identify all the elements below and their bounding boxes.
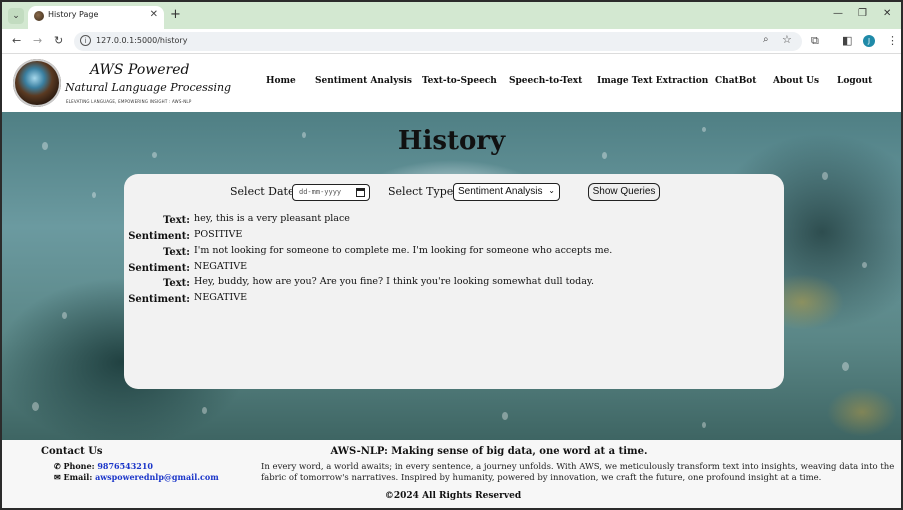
tab-strip: ⌄ History Page ✕ + — ❐ ✕ xyxy=(2,2,901,29)
result-sentiment-row: Sentiment: NEGATIVE xyxy=(124,292,784,306)
calendar-icon[interactable] xyxy=(356,188,365,197)
result-sentiment-row: Sentiment: NEGATIVE xyxy=(124,261,784,275)
result-text: I'm not looking for someone to complete … xyxy=(194,245,613,256)
raindrop xyxy=(32,402,39,411)
raindrop xyxy=(62,312,67,319)
date-input[interactable]: dd-mm-yyyy xyxy=(292,184,370,201)
result-sentiment-row: Sentiment: POSITIVE xyxy=(124,229,784,243)
address-bar-row: ← → ↻ i 127.0.0.1:5000/history ⌕ ☆ ⧉ ◧ J… xyxy=(2,29,901,54)
new-tab-button[interactable]: + xyxy=(170,7,181,22)
text-label: Text: xyxy=(163,247,190,258)
logo-image[interactable] xyxy=(13,59,61,107)
site-header: AWS Powered Natural Language Processing … xyxy=(2,54,901,112)
phone-value[interactable]: 9876543210 xyxy=(97,461,153,471)
text-label: Text: xyxy=(163,215,190,226)
result-text: hey, this is a very pleasant place xyxy=(194,213,350,224)
chevron-down-icon: ⌄ xyxy=(548,186,555,195)
browser-window: ⌄ History Page ✕ + — ❐ ✕ ← → ↻ i 127.0.0… xyxy=(0,0,903,510)
nav-sentiment-analysis[interactable]: Sentiment Analysis xyxy=(315,76,412,86)
show-queries-button[interactable]: Show Queries xyxy=(588,183,660,201)
result-text-row: Text: hey, this is a very pleasant place xyxy=(124,213,784,227)
raindrop xyxy=(842,362,849,371)
favicon-icon xyxy=(34,11,44,21)
result-text: Hey, buddy, how are you? Are you fine? I… xyxy=(194,276,594,287)
profile-avatar[interactable]: J xyxy=(863,35,875,47)
raindrop xyxy=(862,262,867,268)
email-label: Email: xyxy=(63,472,93,482)
raindrop xyxy=(822,172,828,180)
phone-icon: ✆ xyxy=(54,461,61,471)
nav-about-us[interactable]: About Us xyxy=(773,76,819,86)
nav-chatbot[interactable]: ChatBot xyxy=(715,76,756,86)
site-footer: Contact Us ✆ Phone: 9876543210 ✉ Email: … xyxy=(2,440,901,508)
reload-icon[interactable]: ↻ xyxy=(54,34,63,47)
date-label: Select Date: xyxy=(230,185,299,198)
result-sentiment: POSITIVE xyxy=(194,229,243,240)
email-value[interactable]: awspowerednlp@gmail.com xyxy=(95,472,219,482)
mail-icon: ✉ xyxy=(54,472,61,482)
extensions-icon[interactable]: ⧉ xyxy=(811,34,819,48)
copyright: ©2024 All Rights Reserved xyxy=(384,491,522,501)
nav-home[interactable]: Home xyxy=(266,76,296,86)
raindrop xyxy=(92,192,96,198)
footer-tagline: AWS-NLP: Making sense of big data, one w… xyxy=(330,446,648,457)
sentiment-label: Sentiment: xyxy=(128,263,190,274)
history-card: Select Date: dd-mm-yyyy Select Type: Sen… xyxy=(124,174,784,389)
forward-icon[interactable]: → xyxy=(33,34,42,47)
result-text-row: Text: I'm not looking for someone to com… xyxy=(124,245,784,259)
bookmark-star-icon[interactable]: ☆ xyxy=(782,33,792,46)
raindrop xyxy=(202,407,207,414)
phone-line: ✆ Phone: 9876543210 xyxy=(54,461,153,471)
browser-tab[interactable]: History Page ✕ xyxy=(28,6,164,29)
logo-subtitle: Natural Language Processing xyxy=(65,81,232,94)
nav-speech-to-text[interactable]: Speech-to-Text xyxy=(509,76,582,86)
result-text-row: Text: Hey, buddy, how are you? Are you f… xyxy=(124,276,784,290)
logo-tagline: ELEVATING LANGUAGE, EMPOWERING INSIGHT :… xyxy=(66,99,192,104)
date-placeholder: dd-mm-yyyy xyxy=(299,188,342,196)
restore-button[interactable]: ❐ xyxy=(858,8,867,19)
footer-about: In every word, a world awaits; in every … xyxy=(261,462,895,483)
sidebar-icon[interactable]: ◧ xyxy=(842,34,852,47)
sentiment-label: Sentiment: xyxy=(128,294,190,305)
email-line: ✉ Email: awspowerednlp@gmail.com xyxy=(54,472,219,482)
tab-title: History Page xyxy=(48,10,99,19)
close-window-button[interactable]: ✕ xyxy=(883,8,891,19)
type-select[interactable]: Sentiment Analysis ⌄ xyxy=(453,183,560,201)
type-select-value: Sentiment Analysis xyxy=(458,186,543,197)
menu-kebab-icon[interactable]: ⋮ xyxy=(887,34,898,47)
raindrop xyxy=(502,412,508,420)
zoom-icon[interactable]: ⌕ xyxy=(763,34,769,45)
phone-label: Phone: xyxy=(63,461,95,471)
logo-title: AWS Powered xyxy=(90,62,190,78)
nav-logout[interactable]: Logout xyxy=(837,76,872,86)
type-label: Select Type: xyxy=(388,185,457,198)
nav-image-text-extraction[interactable]: Image Text Extraction xyxy=(597,76,708,86)
raindrop xyxy=(702,422,706,428)
tab-close-icon[interactable]: ✕ xyxy=(150,9,158,20)
url-text[interactable]: 127.0.0.1:5000/history xyxy=(96,36,187,45)
text-label: Text: xyxy=(163,278,190,289)
sentiment-label: Sentiment: xyxy=(128,231,190,242)
tab-search-icon[interactable]: ⌄ xyxy=(8,8,24,24)
back-icon[interactable]: ← xyxy=(12,34,21,47)
site-info-icon[interactable]: i xyxy=(80,35,91,46)
minimize-button[interactable]: — xyxy=(833,8,843,19)
page-title: History xyxy=(397,126,506,156)
result-sentiment: NEGATIVE xyxy=(194,292,248,303)
nav-text-to-speech[interactable]: Text-to-Speech xyxy=(422,76,497,86)
address-bar[interactable]: i 127.0.0.1:5000/history ⌕ ☆ xyxy=(74,32,802,51)
result-sentiment: NEGATIVE xyxy=(194,261,248,272)
